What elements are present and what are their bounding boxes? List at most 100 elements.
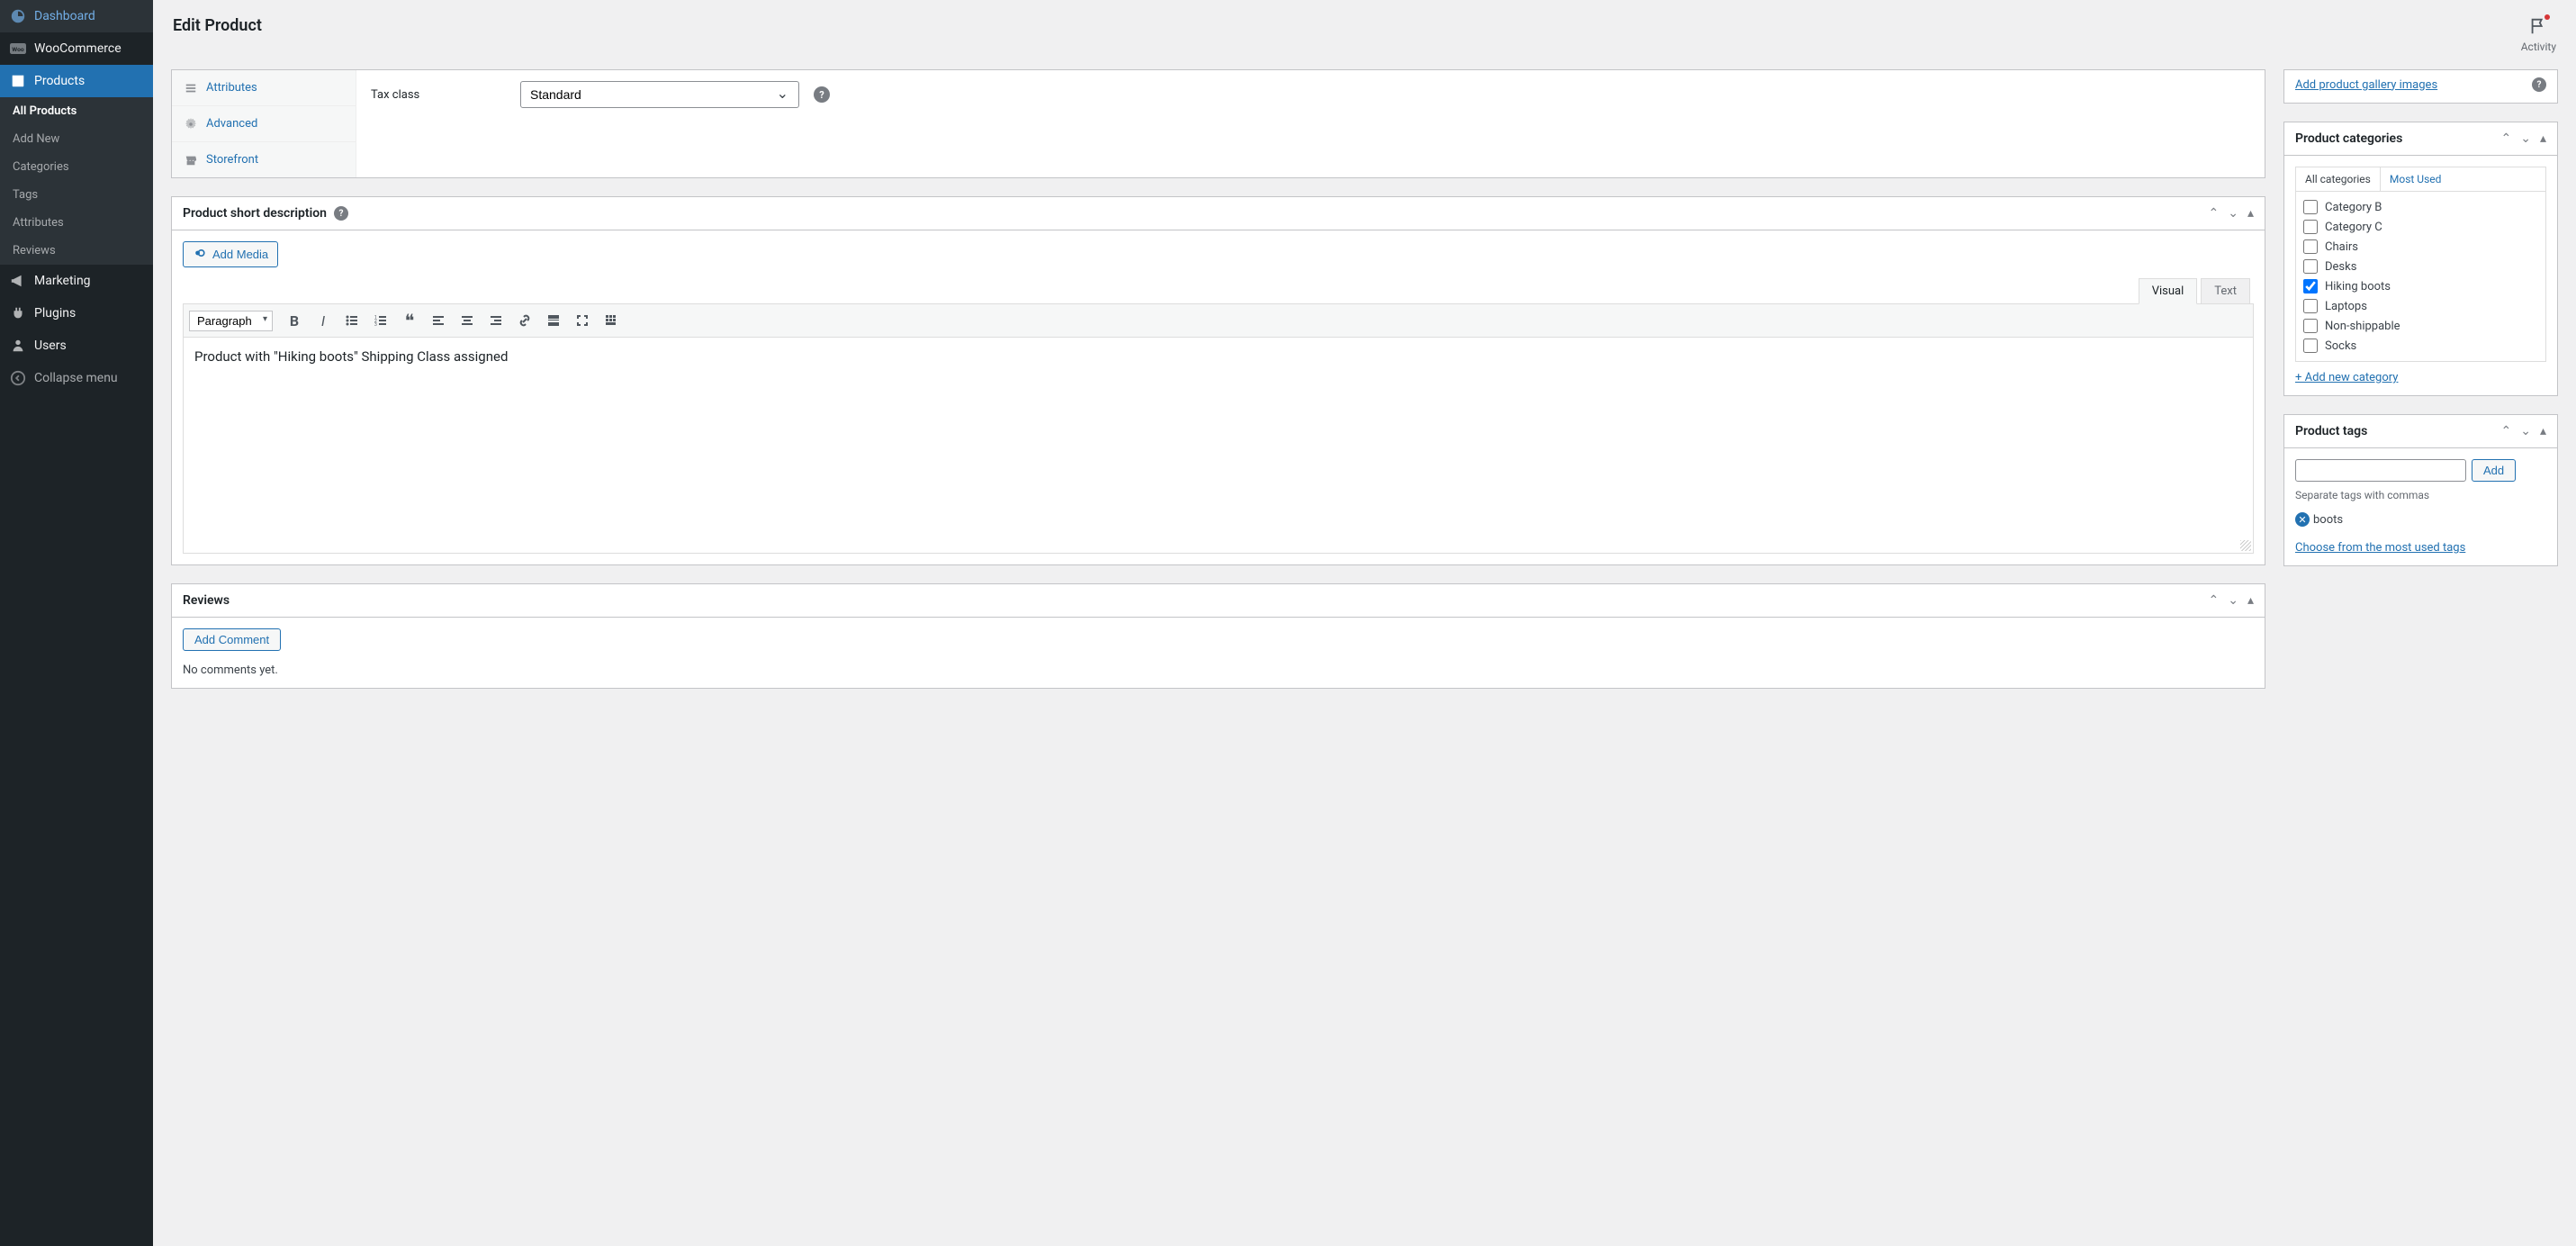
- tag-add-button[interactable]: Add: [2472, 459, 2516, 482]
- add-comment-button[interactable]: Add Comment: [183, 628, 281, 651]
- short-description-panel: Product short description ? ⌃ ⌄ ▴: [171, 196, 2265, 565]
- cat-tab-most-used[interactable]: Most Used: [2381, 167, 2451, 191]
- toggle-icon[interactable]: ▴: [2540, 424, 2546, 438]
- category-checkbox[interactable]: [2303, 200, 2318, 214]
- bullet-list-icon[interactable]: [339, 308, 365, 333]
- sidebar-item-label: Products: [34, 74, 85, 88]
- sidebar-item-label: Marketing: [34, 274, 91, 288]
- category-row[interactable]: Non-shippable: [2303, 316, 2538, 336]
- move-up-icon[interactable]: ⌃: [2501, 131, 2512, 146]
- toggle-icon[interactable]: ▴: [2247, 593, 2254, 608]
- tax-class-select[interactable]: Standard: [520, 81, 799, 108]
- gear-icon: [185, 118, 199, 131]
- add-gallery-link[interactable]: Add product gallery images: [2295, 78, 2437, 92]
- list-icon: [185, 82, 199, 95]
- format-select[interactable]: Paragraph: [189, 311, 273, 331]
- sidebar-item-products[interactable]: Products: [0, 65, 153, 97]
- tab-advanced[interactable]: Advanced: [172, 106, 356, 142]
- tab-storefront[interactable]: Storefront: [172, 142, 356, 177]
- category-list[interactable]: Category B Category C Chairs Desks Hikin…: [2295, 191, 2546, 362]
- align-left-icon[interactable]: [426, 308, 451, 333]
- sidebar-item-marketing[interactable]: Marketing: [0, 265, 153, 297]
- sidebar-item-plugins[interactable]: Plugins: [0, 297, 153, 330]
- add-media-label: Add Media: [212, 248, 268, 261]
- submenu-reviews[interactable]: Reviews: [0, 237, 153, 265]
- move-up-icon[interactable]: ⌃: [2209, 206, 2220, 221]
- editor-tab-text[interactable]: Text: [2201, 278, 2250, 303]
- sidebar-item-users[interactable]: Users: [0, 330, 153, 362]
- move-down-icon[interactable]: ⌄: [2520, 424, 2531, 438]
- cat-tab-all[interactable]: All categories: [2296, 167, 2381, 191]
- category-checkbox[interactable]: [2303, 220, 2318, 234]
- add-media-button[interactable]: Add Media: [183, 241, 278, 267]
- move-down-icon[interactable]: ⌄: [2228, 206, 2238, 221]
- sidebar-item-label: Collapse menu: [34, 371, 118, 385]
- reviews-empty: No comments yet.: [183, 664, 2254, 677]
- align-right-icon[interactable]: [483, 308, 509, 333]
- sidebar-item-collapse[interactable]: Collapse menu: [0, 362, 153, 394]
- sidebar-item-label: Users: [34, 339, 67, 353]
- toolbar-toggle-icon[interactable]: [599, 308, 624, 333]
- toggle-icon[interactable]: ▴: [2540, 131, 2546, 146]
- sidebar-item-woocommerce[interactable]: Woo WooCommerce: [0, 32, 153, 65]
- blockquote-icon[interactable]: ❝: [397, 308, 422, 333]
- help-icon[interactable]: ?: [814, 86, 830, 103]
- toggle-icon[interactable]: ▴: [2247, 206, 2254, 221]
- italic-icon[interactable]: I: [311, 308, 336, 333]
- insert-more-icon[interactable]: [541, 308, 566, 333]
- align-center-icon[interactable]: [455, 308, 480, 333]
- move-up-icon[interactable]: ⌃: [2501, 424, 2512, 438]
- category-row[interactable]: Desks: [2303, 257, 2538, 276]
- admin-sidebar: Dashboard Woo WooCommerce Products All P…: [0, 0, 153, 1246]
- category-checkbox[interactable]: [2303, 319, 2318, 333]
- reviews-panel: Reviews ⌃ ⌄ ▴ Add Comment No comments ye…: [171, 583, 2265, 689]
- tag-hint: Separate tags with commas: [2295, 489, 2546, 501]
- notification-dot-icon: [2544, 14, 2550, 20]
- add-category-link[interactable]: + Add new category: [2295, 371, 2398, 384]
- categories-panel: Product categories ⌃ ⌄ ▴ All categories …: [2283, 122, 2558, 396]
- products-icon: [9, 72, 27, 90]
- gallery-panel: Add product gallery images ?: [2283, 69, 2558, 104]
- submenu-add-new[interactable]: Add New: [0, 125, 153, 153]
- tag-remove-icon[interactable]: ✕: [2295, 512, 2310, 527]
- category-checkbox[interactable]: [2303, 279, 2318, 293]
- category-row[interactable]: Category C: [2303, 217, 2538, 237]
- numbered-list-icon[interactable]: 123: [368, 308, 393, 333]
- category-checkbox[interactable]: [2303, 299, 2318, 313]
- media-icon: [193, 246, 207, 263]
- svg-text:3: 3: [374, 322, 377, 328]
- editor-text: Product with "Hiking boots" Shipping Cla…: [194, 348, 508, 365]
- activity-button[interactable]: Activity: [2521, 16, 2556, 53]
- move-up-icon[interactable]: ⌃: [2209, 593, 2220, 608]
- resize-handle[interactable]: [2240, 540, 2251, 551]
- category-row[interactable]: Socks: [2303, 336, 2538, 356]
- category-checkbox[interactable]: [2303, 239, 2318, 254]
- editor-content[interactable]: Product with "Hiking boots" Shipping Cla…: [183, 338, 2254, 554]
- sidebar-item-dashboard[interactable]: Dashboard: [0, 0, 153, 32]
- activity-label: Activity: [2521, 41, 2556, 53]
- help-icon[interactable]: ?: [334, 206, 348, 221]
- tag-input[interactable]: [2295, 459, 2466, 482]
- help-icon[interactable]: ?: [2532, 77, 2546, 92]
- category-checkbox[interactable]: [2303, 339, 2318, 353]
- bold-icon[interactable]: B: [282, 308, 307, 333]
- fullscreen-icon[interactable]: [570, 308, 595, 333]
- marketing-icon: [9, 272, 27, 290]
- link-icon[interactable]: [512, 308, 537, 333]
- editor-tab-visual[interactable]: Visual: [2139, 278, 2198, 304]
- move-down-icon[interactable]: ⌄: [2520, 131, 2531, 146]
- category-row[interactable]: Laptops: [2303, 296, 2538, 316]
- submenu-tags[interactable]: Tags: [0, 181, 153, 209]
- move-down-icon[interactable]: ⌄: [2228, 593, 2238, 608]
- editor-toolbar: Paragraph B I 123 ❝: [183, 304, 2254, 338]
- sidebar-item-label: WooCommerce: [34, 41, 122, 56]
- category-checkbox[interactable]: [2303, 259, 2318, 274]
- category-row[interactable]: Hiking boots: [2303, 276, 2538, 296]
- submenu-categories[interactable]: Categories: [0, 153, 153, 181]
- submenu-all-products[interactable]: All Products: [0, 97, 153, 125]
- submenu-attributes[interactable]: Attributes: [0, 209, 153, 237]
- tab-attributes[interactable]: Attributes: [172, 70, 356, 106]
- category-row[interactable]: Chairs: [2303, 237, 2538, 257]
- choose-tags-link[interactable]: Choose from the most used tags: [2295, 541, 2465, 555]
- category-row[interactable]: Category B: [2303, 197, 2538, 217]
